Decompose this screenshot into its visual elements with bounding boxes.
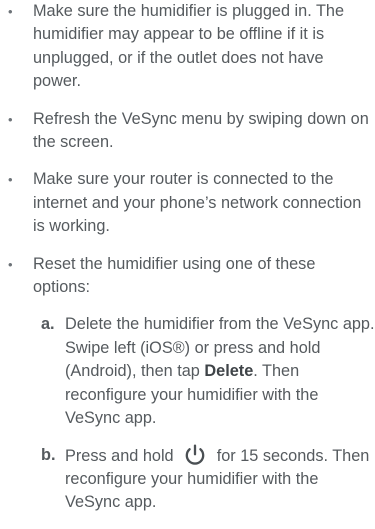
step-text: Refresh the VeSync menu by swiping down … [33,109,369,152]
step-text: Make sure the humidifier is plugged in. … [33,2,345,91]
reset-option-delete: a. Delete the humidifier from the VeSync… [33,313,375,430]
option-marker: b. [41,445,56,464]
option-marker: a. [41,315,55,334]
step-text: Reset the humidifier using one of these … [33,254,316,297]
step-check-plugged-in: • Make sure the humidifier is plugged in… [0,0,375,94]
reset-option-power-hold: b. Press and hold for 15 seconds. Then r… [33,443,375,515]
troubleshooting-steps-list: • Make sure the humidifier is plugged in… [0,0,375,529]
bullet-icon: • [8,256,13,272]
bullet-icon: • [8,172,13,188]
step-text: Make sure your router is connected to th… [33,170,362,236]
option-text-before: Press and hold [65,446,174,465]
reset-options-list: a. Delete the humidifier from the VeSync… [33,313,375,514]
bullet-icon: • [8,4,13,19]
power-icon [185,443,205,465]
step-reset-humidifier: • Reset the humidifier using one of thes… [0,253,375,515]
delete-emphasis: Delete [204,362,254,381]
bullet-icon: • [8,111,13,127]
step-check-router: • Make sure your router is connected to … [0,168,375,238]
step-refresh-menu: • Refresh the VeSync menu by swiping dow… [0,108,375,155]
troubleshooting-page: • Make sure the humidifier is plugged in… [0,0,375,517]
